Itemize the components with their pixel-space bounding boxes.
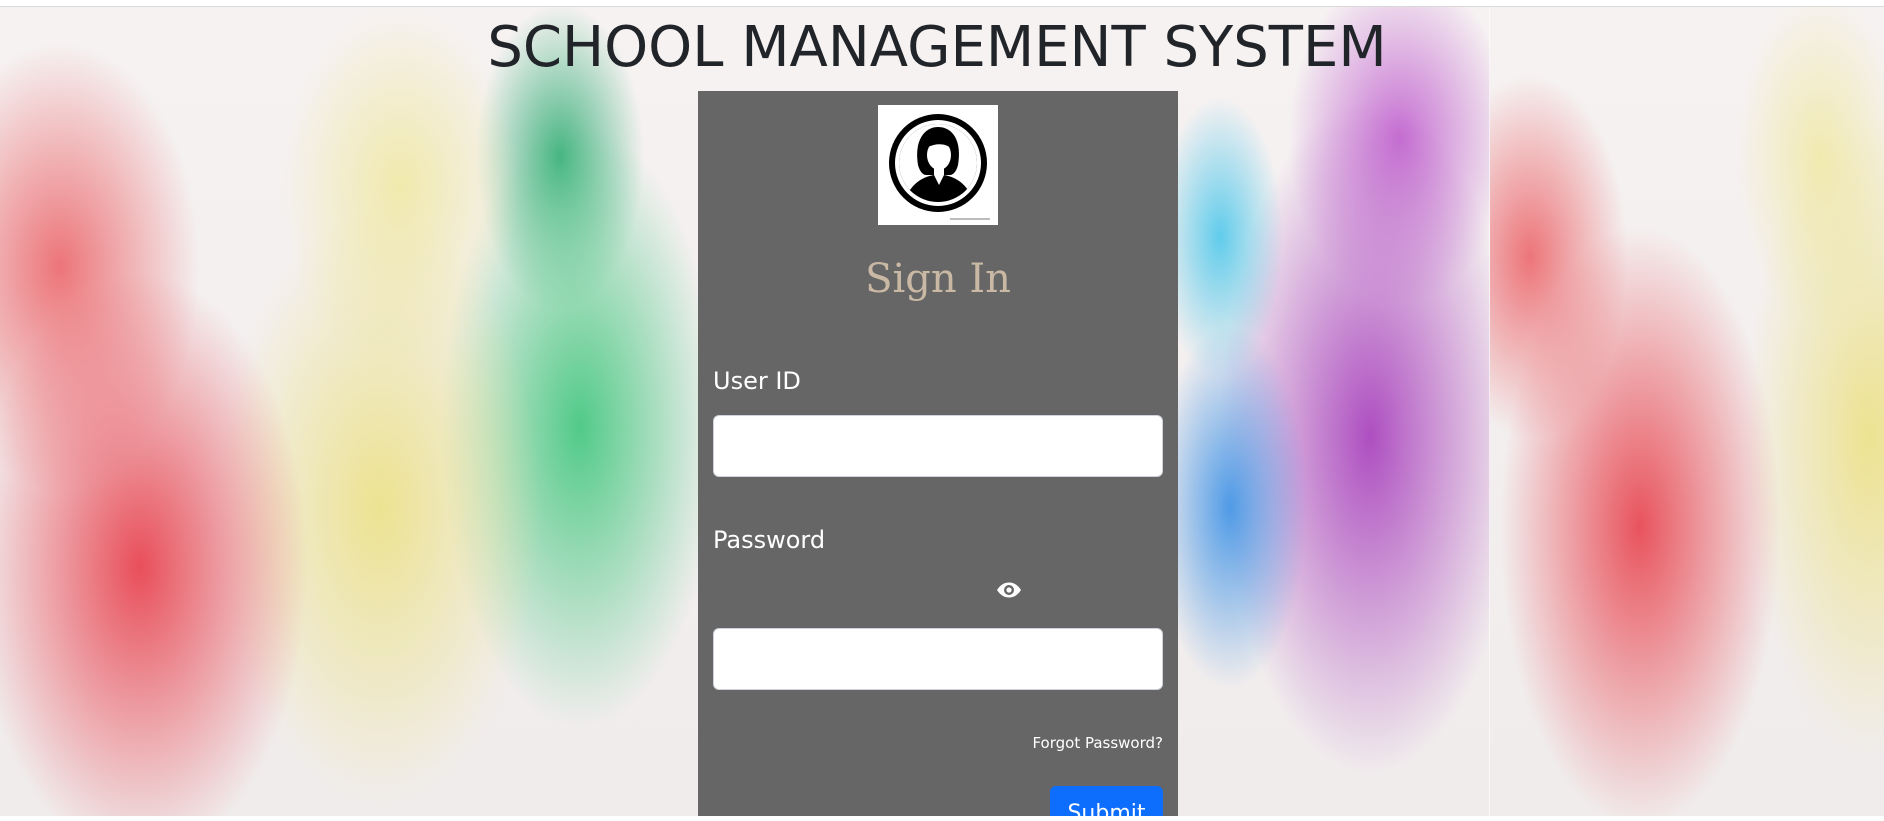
- forgot-password-link[interactable]: Forgot Password?: [1032, 733, 1163, 753]
- background-smoke-repeat: [1490, 7, 1884, 821]
- app-title: SCHOOL MANAGEMENT SYSTEM: [487, 15, 1387, 80]
- login-card: Sign In User ID Password Forgot Password…: [698, 91, 1178, 821]
- password-input[interactable]: [713, 628, 1163, 690]
- eye-icon[interactable]: [995, 581, 1023, 599]
- female-user-avatar-icon: [878, 105, 998, 225]
- background-seam: [1489, 7, 1490, 821]
- bottom-border: [0, 816, 1884, 821]
- page: SCHOOL MANAGEMENT SYSTEM Sign In User ID…: [0, 0, 1884, 821]
- user-id-label: User ID: [713, 367, 801, 395]
- password-label: Password: [713, 526, 826, 554]
- sign-in-heading: Sign In: [865, 256, 1011, 302]
- user-id-input[interactable]: [713, 415, 1163, 477]
